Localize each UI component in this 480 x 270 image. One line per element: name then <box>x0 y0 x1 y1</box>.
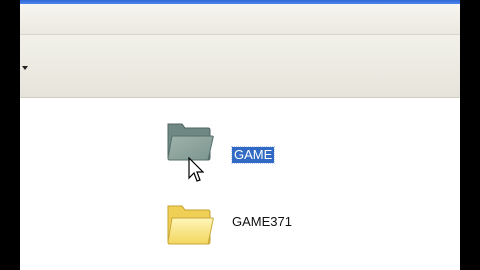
explorer-window: GAME GAME371 <box>20 0 460 270</box>
folder-name-game371[interactable]: GAME371 <box>232 214 292 230</box>
dropdown-arrow-icon[interactable] <box>22 66 28 70</box>
folder-item-game371[interactable]: GAME371 <box>164 198 304 258</box>
pointer-cursor-icon <box>188 157 204 182</box>
folder-name-game[interactable]: GAME <box>230 146 276 164</box>
address-bar-area <box>20 35 460 98</box>
file-list-pane: GAME GAME371 <box>20 98 460 270</box>
toolbar <box>20 4 460 35</box>
folder-icon <box>167 205 214 245</box>
folder-item-game[interactable]: GAME <box>164 114 304 170</box>
